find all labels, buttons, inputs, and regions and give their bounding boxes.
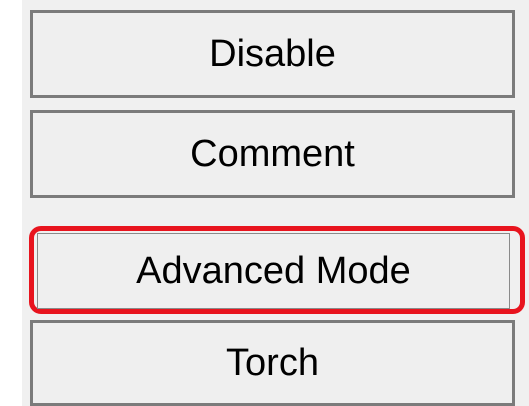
disable-button[interactable]: Disable (30, 10, 515, 98)
button-panel: Disable Comment Advanced Mode Torch (0, 0, 529, 406)
advanced-mode-button[interactable]: Advanced Mode (37, 233, 510, 309)
torch-button[interactable]: Torch (30, 320, 515, 406)
comment-button[interactable]: Comment (30, 110, 515, 198)
